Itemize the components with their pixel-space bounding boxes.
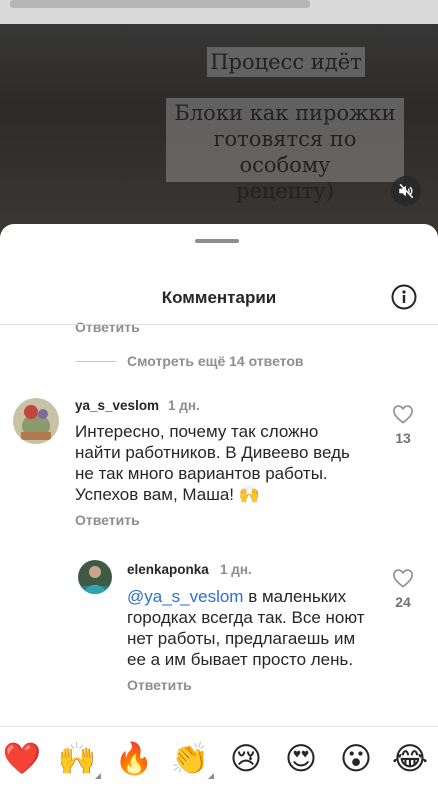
laughing-tears-emoji[interactable]: 😂 xyxy=(390,739,430,779)
like-heart-icon[interactable] xyxy=(392,568,414,588)
video-caption-2: Блоки как пирожки готовятся по особому р… xyxy=(166,98,404,203)
info-icon[interactable] xyxy=(391,284,417,310)
clapping-hands-emoji[interactable]: 👏 xyxy=(170,739,214,779)
drag-handle[interactable] xyxy=(195,239,239,243)
header-divider xyxy=(0,324,438,325)
heart-eyes-emoji[interactable]: 😍 xyxy=(281,739,321,779)
crying-face-emoji[interactable]: 😢 xyxy=(226,739,266,779)
reply-button[interactable]: Ответить xyxy=(127,677,192,693)
sheet-title: Комментарии xyxy=(161,288,277,307)
reply-button[interactable]: Ответить xyxy=(75,512,140,528)
status-bar xyxy=(0,0,438,24)
comment-time: 1 дн. xyxy=(220,562,252,577)
speaker-muted-icon[interactable] xyxy=(391,176,421,206)
like-heart-icon[interactable] xyxy=(392,404,414,424)
like-count: 24 xyxy=(395,594,411,610)
comment-text: Интересно, почему так сложно найти работ… xyxy=(75,422,350,504)
surprised-face-emoji[interactable]: 😮 xyxy=(336,739,376,779)
comments-sheet: Комментарии Ответить Смотреть ещё 14 отв… xyxy=(0,224,438,794)
comment-username[interactable]: ya_s_veslom xyxy=(75,398,159,413)
mention-link[interactable]: @ya_s_veslom xyxy=(127,587,243,606)
comment-username[interactable]: elenkaponka xyxy=(127,562,209,577)
comment-text: @ya_s_veslom в маленьких городках всегда… xyxy=(127,587,365,669)
comment-time: 1 дн. xyxy=(168,398,200,413)
video-player[interactable]: Процесс идёт Блоки как пирожки готовятся… xyxy=(0,0,438,240)
video-caption-1: Процесс идёт xyxy=(207,47,365,77)
reply-button[interactable]: Ответить xyxy=(75,319,140,335)
red-heart-emoji[interactable]: ❤️ xyxy=(2,739,42,779)
view-more-line xyxy=(76,361,116,362)
avatar[interactable] xyxy=(13,398,59,444)
fire-emoji[interactable]: 🔥 xyxy=(114,739,154,779)
like-count: 13 xyxy=(395,430,411,446)
raising-hands-emoji[interactable]: 🙌 xyxy=(57,739,101,779)
avatar[interactable] xyxy=(78,560,112,594)
emoji-reaction-bar: ❤️ 🙌 🔥 👏 😢 😍 😮 😂 xyxy=(0,726,438,795)
view-more-replies[interactable]: Смотреть ещё 14 ответов xyxy=(127,353,304,369)
